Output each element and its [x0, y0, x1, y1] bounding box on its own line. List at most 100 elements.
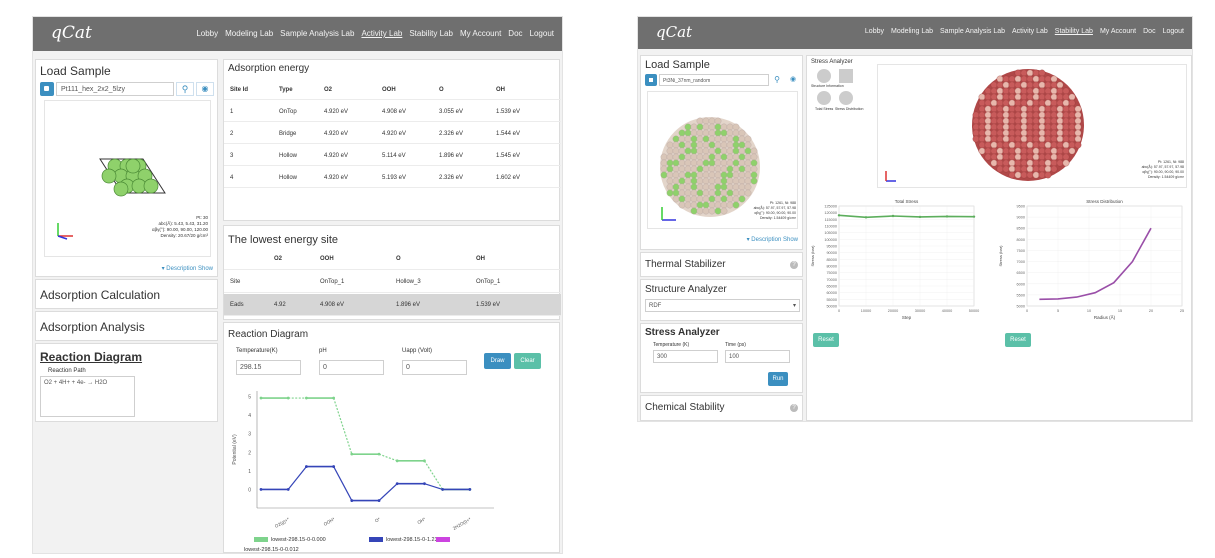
nav-item-logout[interactable]: Logout: [530, 29, 554, 38]
ph-input[interactable]: 0: [319, 360, 384, 375]
y-tick-label: 9000: [1017, 216, 1025, 220]
clear-button[interactable]: Clear: [514, 353, 541, 369]
atom: [1062, 135, 1070, 143]
atom: [666, 165, 674, 173]
description-toggle[interactable]: ▾ Description Show: [747, 236, 798, 243]
atom: [696, 177, 704, 185]
search-icon[interactable]: ⚲: [176, 82, 194, 96]
table-row: Eads 4.92 4.908 eV 1.896 eV 1.539 eV: [224, 294, 561, 316]
search-icon[interactable]: ⚲: [770, 74, 784, 86]
qcat-logo[interactable]: qCat: [51, 23, 92, 43]
nav-item-sample-analysis-lab[interactable]: Sample Analysis Lab: [280, 29, 354, 38]
structure-analyzer-select[interactable]: RDF ▾: [645, 299, 800, 312]
atom: [666, 171, 674, 179]
u-app-input[interactable]: 0: [402, 360, 467, 375]
sample-tag-icon[interactable]: [40, 82, 54, 96]
nav-item-doc[interactable]: Doc: [508, 29, 522, 38]
y-tick-label: 105000: [824, 231, 837, 235]
time-input[interactable]: 100: [725, 350, 790, 363]
grid-view-icon[interactable]: [839, 69, 853, 83]
nav-item-stability-lab[interactable]: Stability Lab: [1055, 28, 1093, 35]
atom: [738, 183, 746, 191]
structure-information-button[interactable]: [817, 69, 831, 83]
draw-button[interactable]: Draw: [484, 353, 511, 369]
nav-item-modeling-lab[interactable]: Modeling Lab: [225, 29, 273, 38]
thermal-stabilizer-panel[interactable]: Thermal Stabilizer ?: [640, 252, 803, 277]
atom: [708, 207, 716, 215]
temperature-input[interactable]: 300: [653, 350, 718, 363]
reaction-path-value: O2 + 4H+ + 4e- → H2O: [44, 380, 108, 386]
total-stress-chart[interactable]: Total Stress 50000 55000 60000 65000 70000 750…: [809, 194, 984, 324]
stress-analyzer-title: Stress Analyzer: [645, 327, 720, 338]
atom: [672, 177, 680, 185]
stress-structure-viewer[interactable]: Pt: 1261, Ni: 988 abc(Å): 57.97, 57.97, 5…: [877, 64, 1187, 188]
atom: [1062, 87, 1070, 95]
atom: [1050, 147, 1058, 155]
nav-item-doc[interactable]: Doc: [1143, 28, 1155, 35]
nav-item-logout[interactable]: Logout: [1163, 28, 1184, 35]
nav-item-stability-lab[interactable]: Stability Lab: [409, 29, 453, 38]
nav-item-activity-lab[interactable]: Activity Lab: [361, 29, 402, 38]
reset-button[interactable]: Reset: [813, 333, 839, 347]
nav-item-sample-analysis-lab[interactable]: Sample Analysis Lab: [940, 28, 1005, 35]
table-cell: 4.908 eV: [382, 109, 407, 115]
nav-item-my-account[interactable]: My Account: [460, 29, 501, 38]
atom: [1002, 111, 1010, 119]
atom: [732, 177, 740, 185]
stress-distribution-chart[interactable]: Stress Distribution 5000 5500 6000 6500 7000 7…: [997, 194, 1192, 324]
qcat-logo[interactable]: qCat: [656, 23, 692, 41]
nav-item-modeling-lab[interactable]: Modeling Lab: [891, 28, 933, 35]
atom: [1044, 159, 1052, 167]
description-toggle[interactable]: ▾ Description Show: [162, 265, 213, 272]
atom: [1032, 135, 1040, 143]
nav-item-lobby[interactable]: Lobby: [865, 28, 884, 35]
sample-tag-icon[interactable]: [645, 74, 657, 86]
atom: [1008, 81, 1016, 89]
atom: [1026, 87, 1034, 95]
y-tick-label: 110000: [825, 225, 837, 229]
help-icon[interactable]: ?: [790, 404, 798, 412]
adsorption-analysis-panel[interactable]: Adsorption Analysis: [35, 311, 218, 341]
thermal-stabilizer-title: Thermal Stabilizer: [645, 259, 726, 270]
atom: [978, 111, 986, 119]
structure-viewer[interactable]: Pt: 1261, Ni: 988 abc(Å): 57.97, 57.97, 5…: [647, 91, 798, 229]
eye-icon[interactable]: ◉: [786, 74, 800, 86]
reaction-diagram-link[interactable]: Reaction Diagram: [40, 350, 142, 364]
reaction-path-field[interactable]: O2 + 4H+ + 4e- → H2O: [40, 376, 135, 417]
reset-button-2[interactable]: Reset: [1005, 333, 1031, 347]
structure-info-line: Density: 1.54409 g/cm³: [1148, 175, 1185, 179]
sample-select[interactable]: Pt3Ni_37nm_random: [659, 74, 769, 86]
atom: [714, 135, 722, 143]
nav-item-lobby[interactable]: Lobby: [196, 29, 218, 38]
atom: [1038, 147, 1046, 155]
atom: [1002, 105, 1010, 113]
help-icon[interactable]: ?: [790, 261, 798, 269]
temperature-label: Temperature (K): [653, 342, 690, 348]
atom: [702, 117, 710, 125]
total-stress-button[interactable]: [817, 91, 831, 105]
x-tick-label: 0: [1026, 309, 1028, 313]
atom: [1020, 141, 1028, 149]
run-button[interactable]: Run: [768, 372, 788, 386]
nanoparticle-stress-3d: Pt: 1261, Ni: 988abc(Å): 57.97, 57.97, 5…: [885, 69, 1185, 182]
eye-icon[interactable]: ◉: [196, 82, 214, 96]
temperature-input[interactable]: 298.15: [236, 360, 301, 375]
structure-viewer[interactable]: Pt: 30 abc(Å): 5.43, 5.43, 31.20 αβγ(°): 9…: [44, 100, 211, 257]
nav-item-activity-lab[interactable]: Activity Lab: [1012, 28, 1048, 35]
sample-select[interactable]: Pt111_hex_2x2_5lzy: [56, 82, 174, 96]
adsorption-calculation-panel[interactable]: Adsorption Calculation: [35, 279, 218, 309]
u-app-label: Uapp (Volt): [402, 348, 433, 354]
atom: [1038, 111, 1046, 119]
atom: [1020, 99, 1028, 107]
stress-distribution-button[interactable]: [839, 91, 853, 105]
atom: [972, 135, 980, 143]
atom: [1032, 99, 1040, 107]
table-cell: Type: [279, 87, 293, 93]
reaction-diagram-chart[interactable]: 0 1 2 3 4 5 Potential (eV) O2(g)+* OOH* O* OH* 2H2O…: [224, 383, 524, 554]
structure-analyzer-panel: Structure Analyzer RDF ▾: [640, 279, 803, 321]
nav-item-my-account[interactable]: My Account: [1100, 28, 1136, 35]
chart-title: Total Stress: [895, 199, 919, 204]
structure-3d: Pt: 30abc(Å): 5.43, 5.43, 31.20αβγ(°): 9…: [57, 158, 208, 240]
chemical-stability-panel[interactable]: Chemical Stability ?: [640, 395, 803, 421]
atom: [1008, 165, 1016, 173]
